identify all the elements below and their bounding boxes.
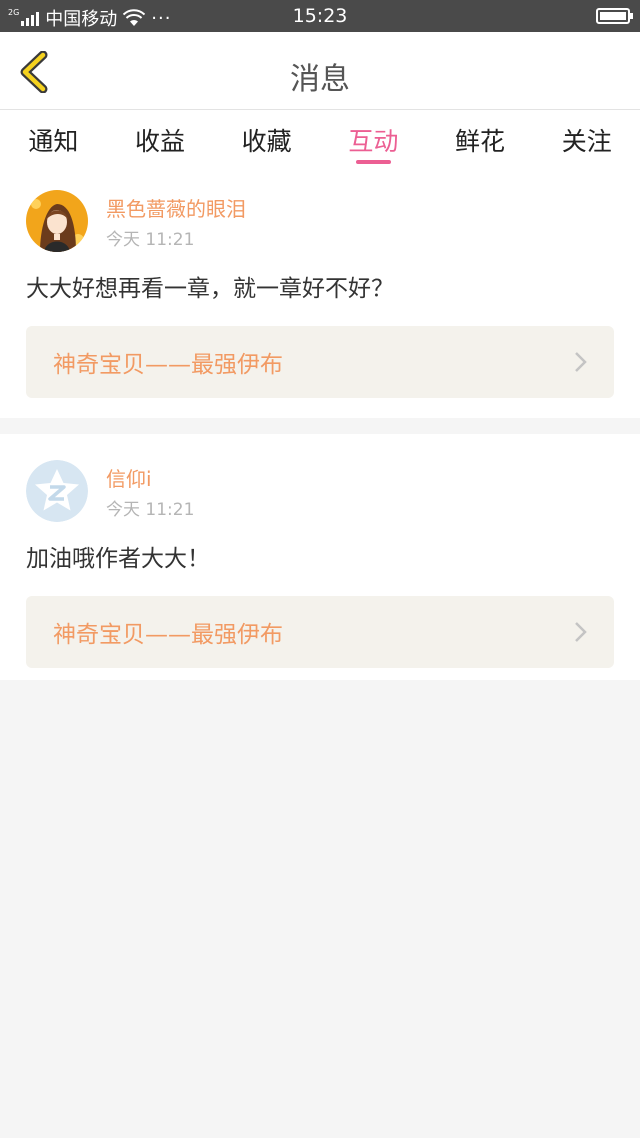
avatar[interactable]	[26, 190, 88, 252]
avatar[interactable]	[26, 460, 88, 522]
username-link[interactable]: 黑色蔷薇的眼泪	[106, 196, 246, 222]
chevron-right-icon	[575, 622, 587, 642]
tab-earnings[interactable]: 收益	[107, 110, 214, 170]
book-title: 神奇宝贝——最强伊布	[53, 352, 283, 378]
message-meta: 信仰i 今天 11:21	[106, 460, 194, 524]
username-link[interactable]: 信仰i	[106, 466, 194, 492]
user-avatar-icon	[26, 190, 88, 252]
tab-bar: 通知 收益 收藏 互动 鲜花 关注	[0, 110, 640, 170]
default-avatar-icon	[26, 460, 88, 522]
chevron-right-icon	[575, 352, 587, 372]
battery-icon	[596, 8, 633, 24]
book-link[interactable]: 神奇宝贝——最强伊布	[26, 596, 614, 668]
header: 消息	[0, 32, 640, 110]
tab-follows[interactable]: 关注	[533, 110, 640, 170]
book-link[interactable]: 神奇宝贝——最强伊布	[26, 326, 614, 398]
message-header: 信仰i 今天 11:21	[26, 460, 614, 522]
tab-interactions[interactable]: 互动	[320, 110, 427, 170]
status-bar: 2G 中国移动 ··· 15:23	[0, 0, 640, 32]
tab-favorites[interactable]: 收藏	[213, 110, 320, 170]
tab-notifications[interactable]: 通知	[0, 110, 107, 170]
message-card: 信仰i 今天 11:21 加油哦作者大大！ 神奇宝贝——最强伊布	[0, 434, 640, 680]
message-card: 黑色蔷薇的眼泪 今天 11:21 大大好想再看一章，就一章好不好？ 神奇宝贝——…	[0, 170, 640, 418]
message-header: 黑色蔷薇的眼泪 今天 11:21	[26, 190, 614, 252]
page-title: 消息	[290, 62, 350, 97]
message-meta: 黑色蔷薇的眼泪 今天 11:21	[106, 190, 246, 254]
clock: 15:23	[292, 5, 348, 27]
timestamp: 今天 11:21	[106, 500, 195, 520]
tab-flowers[interactable]: 鲜花	[427, 110, 534, 170]
message-content: 大大好想再看一章，就一章好不好？	[26, 276, 394, 302]
message-content: 加油哦作者大大！	[26, 546, 210, 572]
timestamp: 今天 11:21	[106, 230, 195, 250]
book-title: 神奇宝贝——最强伊布	[53, 622, 283, 648]
